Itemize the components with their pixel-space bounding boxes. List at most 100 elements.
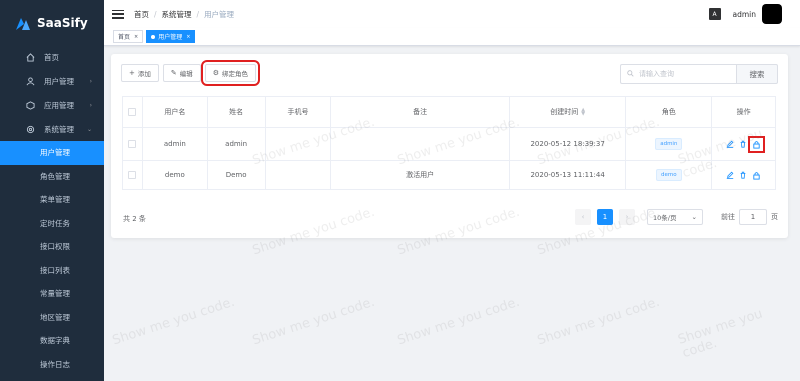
active-dot-icon [151,34,156,39]
next-page-button[interactable]: › [619,209,635,225]
prev-page-button[interactable]: ‹ [575,209,591,225]
cell-username: admin [143,128,208,160]
brand-name: SaaSify [37,15,88,30]
menu-item-label: 系统管理 [44,124,74,134]
tag-home[interactable]: 首页 × [113,30,144,43]
page-suffix: 页 [771,213,778,221]
pagination: ‹ 1 › 10条/页 ⌄ 前往 1 页 [575,209,778,225]
goto-page-input[interactable]: 1 [739,209,767,225]
cell-name: admin [208,128,266,160]
top-navbar: 首页 / 系统管理 / 用户管理 A admin [104,0,800,28]
sidebar: SaaSify 首页 用户管理 › 应用管理 › 系统管理 ⌄ 用户管理 角色管… [0,0,104,381]
edit-icon[interactable] [726,171,734,179]
column-header-name: 姓名 [208,97,266,127]
cell-remark: 激活用户 [331,161,510,189]
user-table-card: + 添加 ✎ 编辑 ⚙ 绑定角色 请输入查询 搜索 用户名 姓名 手机号 备注 [111,54,788,238]
menu-item-user-management[interactable]: 用户管理 › [0,69,104,93]
menu-item-label: 应用管理 [44,100,74,110]
column-header-created[interactable]: 创建时间 ▲ ▼ [510,97,627,127]
table-row[interactable]: admin admin 2020-05-12 18:39:37 admin [123,128,775,161]
sidebar-item-constants[interactable]: 常量管理 [0,282,104,306]
chevron-down-icon: ⌄ [86,125,92,133]
add-label: 添加 [137,70,151,78]
delete-icon[interactable] [739,171,747,179]
watermark: Show me you code. [535,294,662,349]
avatar[interactable] [762,4,782,24]
watermark: Show me you code. [395,294,522,349]
home-icon [24,52,36,62]
chevron-right-icon: › [89,101,92,109]
add-button[interactable]: + 添加 [121,64,159,82]
close-icon[interactable]: × [134,34,138,40]
delete-icon[interactable] [739,140,747,148]
breadcrumb-current: 用户管理 [204,9,235,19]
gear-icon [24,125,36,134]
logo[interactable]: SaaSify [0,0,104,45]
page-number[interactable]: 1 [597,209,613,225]
row-checkbox[interactable] [128,171,137,179]
tag-label: 用户管理 [158,34,183,41]
user-table: 用户名 姓名 手机号 备注 创建时间 ▲ ▼ 角色 操作 admin admin … [122,96,776,190]
lock-icon[interactable] [748,135,766,153]
menu-item-label: 首页 [44,52,59,62]
gear-icon: ⚙ [212,69,220,77]
watermark: Show me you code. [676,306,765,362]
goto-label: 前往 [721,213,735,221]
breadcrumb-item[interactable]: 系统管理 [162,9,192,20]
sort-icon[interactable]: ▲ ▼ [581,108,585,117]
toolbar: + 添加 ✎ 编辑 ⚙ 绑定角色 [121,60,261,86]
breadcrumb-item[interactable]: 首页 [134,9,149,20]
page-size-select[interactable]: 10条/页 ⌄ [647,209,703,225]
sidebar-item-api-permissions[interactable]: 接口权限 [0,235,104,259]
table-row[interactable]: demo Demo 激活用户 2020-05-13 11:11:44 demo [123,161,775,189]
sidebar-item-api-list[interactable]: 接口列表 [0,258,104,282]
chevron-right-icon: › [89,77,92,85]
logo-icon [16,16,32,30]
sidebar-item-operation-log[interactable]: 操作日志 [0,352,104,376]
user-icon [24,76,36,86]
row-checkbox[interactable] [128,140,137,148]
sidebar-item-regions[interactable]: 地区管理 [0,305,104,329]
menu-item-app-management[interactable]: 应用管理 › [0,93,104,117]
close-icon[interactable]: × [186,34,190,40]
search-placeholder: 请输入查询 [639,70,674,78]
tag-label: 首页 [118,34,131,41]
search-bar: 请输入查询 搜索 [620,64,778,84]
hamburger-icon[interactable] [112,9,124,19]
bind-role-button[interactable]: ⚙ 绑定角色 [200,60,261,86]
sidebar-item-user-management[interactable]: 用户管理 [0,141,104,165]
breadcrumb: 首页 / 系统管理 / 用户管理 [134,9,234,20]
search-button[interactable]: 搜索 [736,64,778,84]
breadcrumb-separator: / [154,9,157,19]
menu-item-system-management[interactable]: 系统管理 ⌄ [0,117,104,141]
column-header-remark: 备注 [331,97,510,127]
sidebar-item-scheduled-tasks[interactable]: 定时任务 [0,211,104,235]
edit-button[interactable]: ✎ 编辑 [162,64,201,82]
cell-phone [266,161,332,189]
watermark: Show me you code. [110,294,237,349]
column-header-role: 角色 [626,97,713,127]
search-input[interactable]: 请输入查询 [620,64,736,84]
total-count: 共 2 条 [123,215,146,223]
menu-item-home[interactable]: 首页 [0,45,104,69]
search-icon [627,69,634,79]
language-icon[interactable]: A [708,8,721,20]
sidebar-item-role-management[interactable]: 角色管理 [0,164,104,188]
select-all-checkbox[interactable] [128,108,137,116]
edit-icon: ✎ [170,69,177,77]
role-tag: admin [655,138,683,150]
breadcrumb-separator: / [196,9,200,19]
lock-icon[interactable] [752,171,761,180]
sidebar-item-menu-management[interactable]: 菜单管理 [0,188,104,212]
tags-view: 首页 × 用户管理 × [104,28,800,46]
edit-label: 编辑 [179,70,193,78]
cell-phone [266,128,332,160]
tag-user-management[interactable]: 用户管理 × [146,30,196,43]
role-tag: demo [656,169,682,181]
column-header-actions: 操作 [736,108,751,116]
username[interactable]: admin [733,10,757,19]
cell-remark [331,128,510,160]
sidebar-item-dictionary[interactable]: 数据字典 [0,329,104,353]
watermark: Show me you code. [250,294,377,349]
edit-icon[interactable] [726,140,734,148]
